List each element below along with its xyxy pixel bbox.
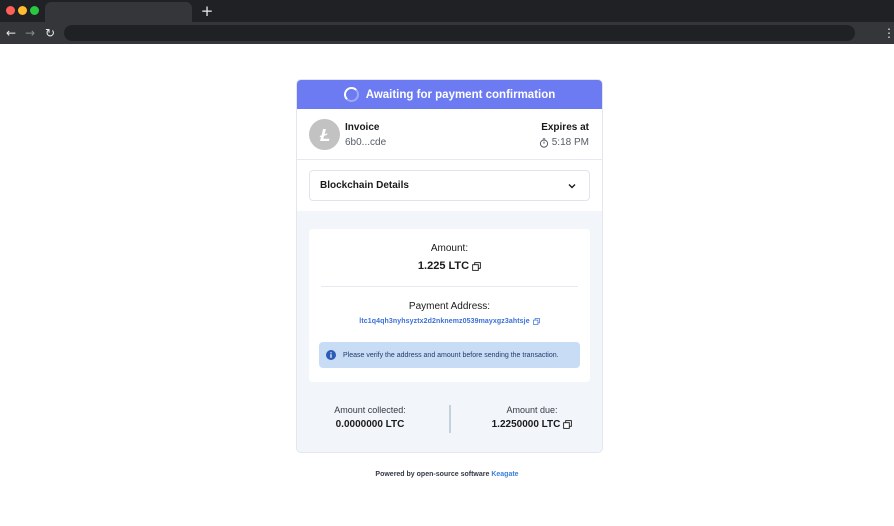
reload-icon[interactable]: ↻ — [43, 24, 57, 42]
footer-text: Powered by open-source software — [375, 471, 490, 478]
amount-row: 1.225 LTC — [309, 260, 590, 272]
amount-due: Amount due: 1.2250000 LTC — [457, 405, 602, 430]
details-section: Blockchain Details — [297, 160, 602, 211]
status-banner: Awaiting for payment confirmation — [297, 80, 602, 109]
amount-collected: Amount collected: 0.0000000 LTC — [297, 405, 445, 430]
litecoin-icon — [309, 119, 340, 150]
window-minimize-button[interactable] — [18, 6, 27, 15]
copy-address-icon[interactable] — [532, 318, 540, 325]
back-arrow-icon[interactable]: ← — [4, 24, 18, 42]
amount-collected-value: 0.0000000 LTC — [335, 419, 405, 430]
keagate-link[interactable]: Keagate — [491, 471, 518, 478]
amount-value: 1.225 LTC — [417, 260, 470, 272]
browser-tab[interactable] — [45, 2, 192, 22]
verify-notice-text: Please verify the address and amount bef… — [343, 351, 559, 359]
summary-divider — [449, 405, 451, 433]
chevron-down-icon — [568, 184, 576, 189]
expires-time: 5:18 PM — [539, 137, 589, 148]
browser-tab-strip: + — [0, 0, 894, 22]
amount-due-row: 1.2250000 LTC — [457, 419, 602, 430]
address-bar[interactable] — [64, 25, 855, 41]
blockchain-details-toggle[interactable]: Blockchain Details — [309, 170, 590, 201]
browser-toolbar: ← → ↻ ⋮ — [0, 22, 894, 44]
amount-collected-label: Amount collected: — [334, 405, 406, 415]
litecoin-glyph-icon — [319, 128, 329, 141]
amount-collected-row: 0.0000000 LTC — [297, 419, 445, 430]
blockchain-details-label: Blockchain Details — [320, 180, 409, 191]
payment-card: Awaiting for payment confirmation Invoic… — [296, 79, 603, 453]
invoice-header: Invoice 6b0...cde Expires at 5:18 PM — [297, 109, 602, 160]
payment-address-label: Payment Address: — [408, 301, 491, 312]
forward-arrow-icon[interactable]: → — [23, 24, 37, 42]
amount-label: Amount: — [430, 243, 469, 254]
payment-address-value[interactable]: ltc1q4qh3nyhsyztx2d2nknemz0539mayxgz3aht… — [359, 318, 529, 325]
kebab-menu-icon[interactable]: ⋮ — [883, 24, 894, 42]
expires-time-value: 5:18 PM — [551, 137, 589, 148]
new-tab-button[interactable]: + — [200, 2, 214, 20]
payment-address-row: ltc1q4qh3nyhsyztx2d2nknemz0539mayxgz3aht… — [309, 318, 590, 325]
copy-amount-due-icon[interactable] — [563, 420, 573, 429]
status-text: Awaiting for payment confirmation — [365, 88, 556, 101]
verify-notice: Please verify the address and amount bef… — [319, 342, 580, 368]
timer-icon — [539, 137, 548, 148]
amount-due-value: 1.2250000 LTC — [491, 419, 561, 430]
window-maximize-button[interactable] — [30, 6, 39, 15]
info-icon — [326, 350, 336, 360]
copy-amount-icon[interactable] — [472, 261, 481, 271]
loading-spinner-icon — [343, 87, 359, 102]
invoice-label: Invoice — [345, 122, 380, 133]
expires-label: Expires at — [541, 122, 589, 133]
divider — [321, 286, 578, 287]
window-close-button[interactable] — [6, 6, 15, 15]
footer: Powered by open-source software Keagate — [0, 471, 894, 478]
amount-due-label: Amount due: — [506, 405, 558, 415]
payment-info-box: Amount: 1.225 LTC Payment Address: ltc1q… — [309, 229, 590, 382]
invoice-id: 6b0...cde — [345, 137, 387, 148]
